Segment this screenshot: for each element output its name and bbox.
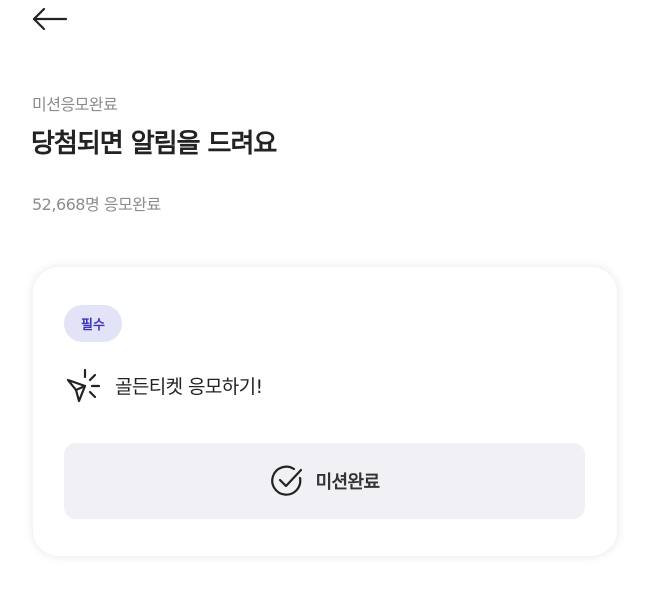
complete-button-label: 미션완료	[315, 472, 380, 493]
arrow-left-icon	[32, 7, 68, 31]
mission-label: 골든티켓 응모하기!	[115, 375, 263, 398]
participant-count: 52,668명 응모완료	[32, 195, 161, 214]
check-circle-icon	[270, 464, 304, 498]
mission-complete-button[interactable]: 미션완료	[64, 443, 585, 519]
paper-plane-sparkle-icon	[64, 366, 102, 404]
mission-card: 필수 골든티켓 응모하기! 미션완료	[33, 267, 617, 556]
back-button[interactable]	[30, 3, 70, 35]
required-badge: 필수	[64, 305, 122, 342]
mission-item: 골든티켓 응모하기!	[64, 365, 263, 405]
page-title: 당첨되면 알림을 드려요	[31, 129, 277, 159]
eyebrow-label: 미션응모완료	[32, 95, 118, 114]
mission-complete-page: 미션응모완료 당첨되면 알림을 드려요 52,668명 응모완료 필수 골든티켓…	[0, 0, 648, 601]
